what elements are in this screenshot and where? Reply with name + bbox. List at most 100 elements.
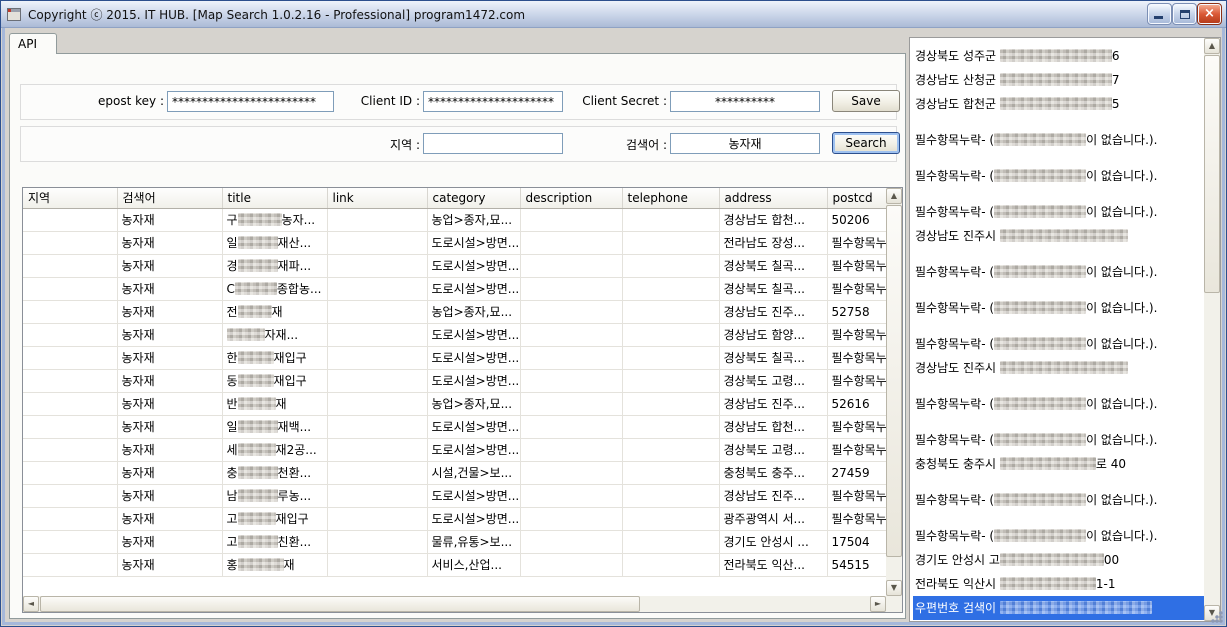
cell-address: 경상북도 고령... — [719, 369, 827, 392]
cell-telephone — [622, 208, 719, 231]
cell-title: 일재산... — [222, 231, 327, 254]
grid-body: 농자재구농자...농업>종자,묘...경상남도 합천...50206농자재일재산… — [23, 208, 886, 576]
redacted-text — [238, 420, 278, 433]
table-row[interactable]: 농자재일재산...도로시설>방면...전라남도 장성...필수항목누락 — [23, 231, 886, 254]
table-row[interactable]: 농자재남루농...도로시설>방면...경상남도 진주...필수항목누락 — [23, 484, 886, 507]
client-secret-input[interactable] — [670, 91, 820, 112]
cell-postcd: 27459 — [827, 461, 886, 484]
log-list[interactable]: 경상북도 성주군 6경상남도 산청군 7경상남도 합천군 5 필수항목누락- (이… — [910, 38, 1204, 621]
log-item[interactable]: 필수항목누락- (이 없습니다.). — [913, 332, 1204, 356]
table-row[interactable]: 농자재충천환...시설,건물>보...충청북도 충주...27459 — [23, 461, 886, 484]
log-item[interactable]: 충청북도 충주시 로 40 — [913, 452, 1204, 476]
tab-api[interactable]: API — [9, 33, 57, 54]
column-header-address[interactable]: address — [719, 188, 827, 208]
log-item[interactable]: 경상남도 산청군 7 — [913, 68, 1204, 92]
cell-keyword: 농자재 — [117, 254, 222, 277]
cell-title: 고친환... — [222, 530, 327, 553]
column-header-telephone[interactable]: telephone — [622, 188, 719, 208]
cell-description — [520, 369, 622, 392]
scroll-right-icon[interactable]: ► — [870, 596, 886, 612]
scroll-up-icon[interactable]: ▲ — [1204, 38, 1220, 54]
grid-hscroll-thumb[interactable] — [40, 596, 640, 612]
cell-telephone — [622, 484, 719, 507]
search-button[interactable]: Search — [832, 132, 900, 154]
cell-link — [327, 415, 427, 438]
table-row[interactable]: 농자재반재농업>종자,묘...경상남도 진주...52616 — [23, 392, 886, 415]
cell-postcd: 필수항목누락 — [827, 346, 886, 369]
table-row[interactable]: 농자재자재...도로시설>방면...경상남도 함양...필수항목누락 — [23, 323, 886, 346]
cell-link — [327, 323, 427, 346]
log-vertical-scrollbar[interactable]: ▲ ▼ — [1204, 38, 1220, 621]
scroll-up-icon[interactable]: ▲ — [886, 188, 902, 204]
column-header-description[interactable]: description — [520, 188, 622, 208]
log-item[interactable]: 전라북도 익산시 1-1 — [913, 572, 1204, 596]
table-row[interactable]: 농자재동재입구도로시설>방면...경상북도 고령...필수항목누락 — [23, 369, 886, 392]
grid-scroll-area: 지역 검색어 title link category description t… — [23, 188, 886, 596]
cell-postcd: 필수항목누락 — [827, 507, 886, 530]
log-item[interactable]: 경상남도 합천군 5 — [913, 92, 1204, 116]
log-item[interactable]: 경상남도 진주시 — [913, 356, 1204, 380]
log-item[interactable]: 경기도 안성시 고00 — [913, 548, 1204, 572]
save-button[interactable]: Save — [832, 90, 900, 112]
log-vscroll-thumb[interactable] — [1204, 55, 1220, 293]
table-row[interactable]: 농자재홍재서비스,산업...전라북도 익산...54515 — [23, 553, 886, 576]
log-item[interactable]: 경상북도 성주군 6 — [913, 44, 1204, 68]
table-row[interactable]: 농자재고재입구도로시설>방면...광주광역시 서...필수항목누락 — [23, 507, 886, 530]
cell-description — [520, 323, 622, 346]
cell-region — [23, 484, 117, 507]
scroll-left-icon[interactable]: ◄ — [23, 596, 39, 612]
cell-address: 경상남도 합천... — [719, 208, 827, 231]
log-item[interactable]: 필수항목누락- (이 없습니다.). — [913, 392, 1204, 416]
cell-region — [23, 553, 117, 576]
cell-keyword: 농자재 — [117, 530, 222, 553]
table-row[interactable]: 농자재구농자...농업>종자,묘...경상남도 합천...50206 — [23, 208, 886, 231]
grid-header-row: 지역 검색어 title link category description t… — [23, 188, 886, 208]
log-item[interactable]: 필수항목누락- (이 없습니다.). — [913, 200, 1204, 224]
cell-telephone — [622, 415, 719, 438]
log-item[interactable]: 필수항목누락- (이 없습니다.). — [913, 524, 1204, 548]
log-item[interactable]: 필수항목누락- (이 없습니다.). — [913, 260, 1204, 284]
redacted-text — [238, 558, 284, 571]
cell-region — [23, 438, 117, 461]
log-item[interactable]: 필수항목누락- (이 없습니다.). — [913, 296, 1204, 320]
column-header-title[interactable]: title — [222, 188, 327, 208]
redacted-text — [238, 259, 278, 272]
column-header-keyword[interactable]: 검색어 — [117, 188, 222, 208]
cell-keyword: 농자재 — [117, 323, 222, 346]
cell-category: 도로시설>방면... — [427, 507, 520, 530]
maximize-button[interactable] — [1173, 4, 1196, 24]
column-header-region[interactable]: 지역 — [23, 188, 117, 208]
log-item[interactable]: 필수항목누락- (이 없습니다.). — [913, 488, 1204, 512]
close-button[interactable]: × — [1198, 4, 1221, 24]
cell-title: 동재입구 — [222, 369, 327, 392]
table-row[interactable]: 농자재한재입구도로시설>방면...경상북도 칠곡...필수항목누락 — [23, 346, 886, 369]
table-row[interactable]: 농자재C종합농...도로시설>방면...경상북도 칠곡...필수항목누락 — [23, 277, 886, 300]
table-row[interactable]: 농자재일재백...도로시설>방면...경상남도 합천...필수항목누락 — [23, 415, 886, 438]
log-item[interactable]: 필수항목누락- (이 없습니다.). — [913, 164, 1204, 188]
column-header-category[interactable]: category — [427, 188, 520, 208]
grid-vertical-scrollbar[interactable]: ▲ ▼ — [886, 188, 902, 596]
table-row[interactable]: 농자재세재2공...도로시설>방면...경상북도 고령...필수항목누락 — [23, 438, 886, 461]
log-item-selected[interactable]: 우편번호 검색이 — [913, 596, 1204, 620]
table-row[interactable]: 농자재경재파...도로시설>방면...경상북도 칠곡...필수항목누락 — [23, 254, 886, 277]
minimize-button[interactable] — [1148, 4, 1171, 24]
keyword-input[interactable] — [670, 133, 820, 154]
redacted-text — [1000, 73, 1112, 86]
grid-vscroll-thumb[interactable] — [886, 205, 902, 557]
redacted-text — [994, 337, 1086, 350]
cell-address: 경상북도 칠곡... — [719, 277, 827, 300]
cell-address: 광주광역시 서... — [719, 507, 827, 530]
cell-keyword: 농자재 — [117, 208, 222, 231]
log-item[interactable]: 필수항목누락- (이 없습니다.). — [913, 128, 1204, 152]
resize-grip[interactable] — [1210, 610, 1223, 623]
column-header-link[interactable]: link — [327, 188, 427, 208]
grid-horizontal-scrollbar[interactable]: ◄ ► — [23, 596, 886, 612]
log-item[interactable]: 필수항목누락- (이 없습니다.). — [913, 428, 1204, 452]
table-row[interactable]: 농자재고친환...물류,유통>보...경기도 안성시 ...17504 — [23, 530, 886, 553]
column-header-postcd[interactable]: postcd — [827, 188, 886, 208]
cell-description — [520, 415, 622, 438]
scroll-down-icon[interactable]: ▼ — [886, 580, 902, 596]
cell-category: 도로시설>방면... — [427, 369, 520, 392]
log-item[interactable]: 경상남도 진주시 — [913, 224, 1204, 248]
table-row[interactable]: 농자재전재농업>종자,묘...경상남도 진주...52758 — [23, 300, 886, 323]
